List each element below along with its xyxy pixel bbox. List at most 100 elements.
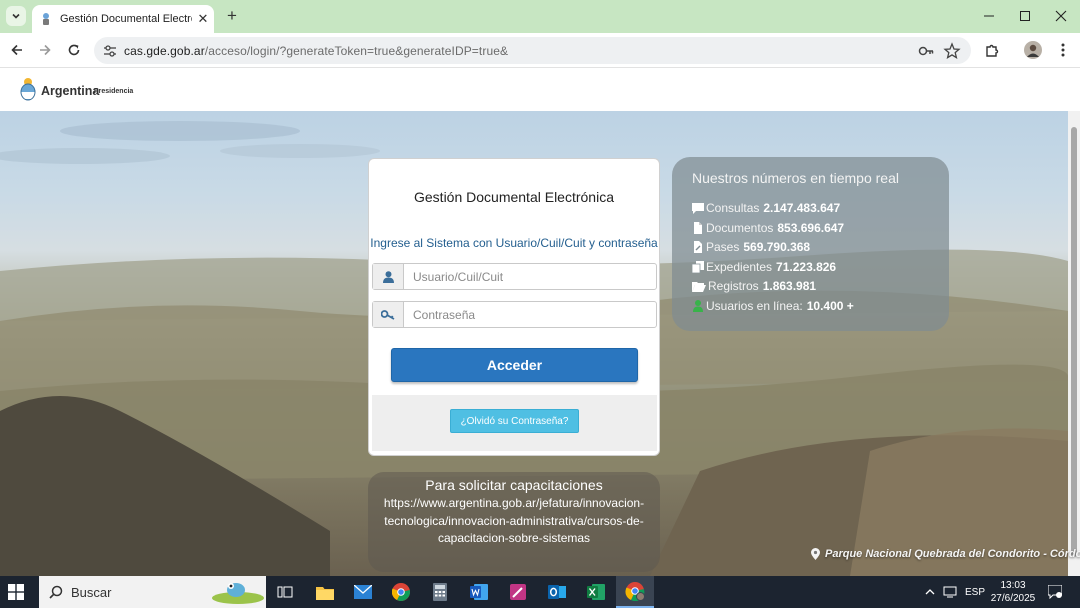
taskbar-clock[interactable]: 13:03 27/6/2025: [988, 579, 1038, 605]
arrow-left-icon: [11, 44, 22, 56]
extensions-button[interactable]: [981, 39, 1003, 61]
mail-button[interactable]: [352, 581, 374, 603]
chrome-icon: [392, 583, 410, 601]
stat-documentos: Documentos 853.696.647: [692, 221, 844, 235]
excel-button[interactable]: [585, 581, 607, 603]
browser-menu-button[interactable]: [1052, 39, 1074, 61]
page-scrollbar[interactable]: [1068, 111, 1080, 576]
search-highlight-illustration-icon: [212, 583, 264, 604]
notification-icon[interactable]: [1048, 585, 1062, 599]
outlook-icon: [548, 585, 566, 599]
new-tab-icon[interactable]: +: [222, 6, 242, 26]
password-addon: [373, 302, 404, 327]
windows-taskbar: Buscar ESP 13:03 27/6/2025: [0, 576, 1080, 608]
username-addon: [373, 264, 404, 289]
stat-registros: Registros 1.863.981: [692, 279, 816, 293]
profile-avatar[interactable]: [1022, 39, 1044, 61]
login-subtitle: Ingrese al Sistema con Usuario/Cuil/Cuit…: [370, 236, 658, 250]
login-title: Gestión Documental Electrónica: [414, 189, 614, 205]
close-icon: [1055, 10, 1067, 22]
stat-pases: Pases 569.790.368: [692, 240, 810, 254]
tab-close-icon[interactable]: ✕: [196, 11, 210, 27]
avatar: [1024, 41, 1042, 59]
chrome-button[interactable]: [390, 581, 412, 603]
back-button[interactable]: [6, 39, 28, 61]
arrow-right-icon: [40, 44, 51, 56]
excel-icon: [587, 584, 605, 600]
stat-value: 2.147.483.647: [763, 201, 841, 215]
url-host: cas.gde.gob.ar: [124, 43, 205, 58]
clock-date: 27/6/2025: [990, 593, 1036, 604]
maximize-button[interactable]: [1010, 4, 1040, 28]
file-explorer-button[interactable]: [314, 581, 336, 603]
stat-expedientes: Expedientes 71.223.826: [692, 260, 836, 274]
maximize-icon: [1020, 11, 1030, 21]
stat-label: Consultas: [706, 201, 760, 215]
minimize-button[interactable]: [974, 4, 1004, 28]
site-favicon-icon: [43, 13, 49, 25]
bookmark-star-icon[interactable]: [943, 42, 961, 60]
key-icon: [381, 309, 395, 320]
language-indicator[interactable]: ESP: [965, 587, 985, 598]
close-window-button[interactable]: [1046, 4, 1076, 28]
word-button[interactable]: [468, 581, 490, 603]
word-icon: [470, 584, 488, 600]
location-caption: Parque Nacional Quebrada del Condorito -…: [811, 548, 1080, 560]
stat-usuarios: Usuarios en línea: 10.400 +: [692, 299, 854, 313]
search-label: Buscar: [71, 584, 112, 600]
reload-button[interactable]: [63, 39, 85, 61]
stat-value: 71.223.826: [776, 260, 837, 274]
network-icon[interactable]: [943, 586, 957, 598]
location-text: Parque Nacional Quebrada del Condorito -…: [825, 548, 1080, 560]
windows-start-icon[interactable]: [8, 584, 24, 600]
stats-panel: Nuestros números en tiempo real Consulta…: [672, 157, 949, 331]
more-vertical-icon: [1061, 43, 1065, 57]
folder-open-icon: [692, 281, 706, 292]
login-panel: Gestión Documental Electrónica Ingrese a…: [368, 158, 660, 456]
stat-label: Registros: [708, 279, 759, 293]
user-icon: [382, 270, 394, 283]
stat-value: 569.790.368: [743, 240, 811, 254]
pass-file-icon: [694, 241, 702, 253]
training-panel: Para solicitar capacitaciones https://ww…: [368, 472, 660, 572]
training-title: Para solicitar capacitaciones: [425, 477, 603, 493]
taskbar-search[interactable]: Buscar: [39, 576, 266, 608]
password-input[interactable]: [404, 302, 656, 327]
mail-icon: [354, 585, 372, 599]
logo-text: Argentina: [41, 84, 100, 98]
forward-button[interactable]: [34, 39, 56, 61]
paint-button[interactable]: [507, 581, 529, 603]
username-input[interactable]: [404, 264, 656, 289]
stat-value: 853.696.647: [777, 221, 845, 235]
login-button[interactable]: Acceder: [391, 348, 638, 382]
tab-title: Gestión Documental Electrónica: [60, 13, 192, 25]
logo-subtitle: Presidencia: [94, 88, 134, 95]
outlook-button[interactable]: [546, 581, 568, 603]
forgot-password-button[interactable]: ¿Olvidó su Contraseña?: [450, 409, 579, 433]
chevron-down-icon: [12, 13, 20, 19]
paint-icon: [510, 584, 526, 600]
username-field-group: [372, 263, 657, 290]
argentina-coat-of-arms-icon: [20, 78, 36, 101]
site-info-icon[interactable]: [102, 43, 118, 59]
browser-tab[interactable]: Gestión Documental Electrónica ✕: [32, 5, 214, 33]
url-text: cas.gde.gob.ar/acceso/login/?generateTok…: [124, 44, 508, 58]
calculator-button[interactable]: [429, 581, 451, 603]
minimize-icon: [984, 15, 994, 17]
task-view-button[interactable]: [274, 581, 296, 603]
scrollbar-thumb[interactable]: [1071, 127, 1077, 557]
password-key-icon[interactable]: [917, 42, 935, 60]
stat-consultas: Consultas 2.147.483.647: [692, 201, 840, 215]
stat-label: Usuarios en línea:: [706, 299, 803, 313]
document-icon: [694, 222, 702, 234]
training-link[interactable]: https://www.argentina.gob.ar/jefatura/in…: [383, 495, 645, 548]
stat-value: 10.400 +: [806, 299, 854, 313]
stat-value: 1.863.981: [762, 279, 817, 293]
browser-tab-strip: Gestión Documental Electrónica ✕ +: [0, 0, 1080, 33]
clock-time: 13:03: [1000, 580, 1026, 591]
chevron-up-icon[interactable]: [925, 588, 935, 596]
active-chrome-window-button[interactable]: [616, 576, 654, 608]
address-bar[interactable]: cas.gde.gob.ar/acceso/login/?generateTok…: [94, 37, 971, 64]
folder-icon: [316, 586, 334, 600]
tab-search-button[interactable]: [6, 6, 26, 26]
